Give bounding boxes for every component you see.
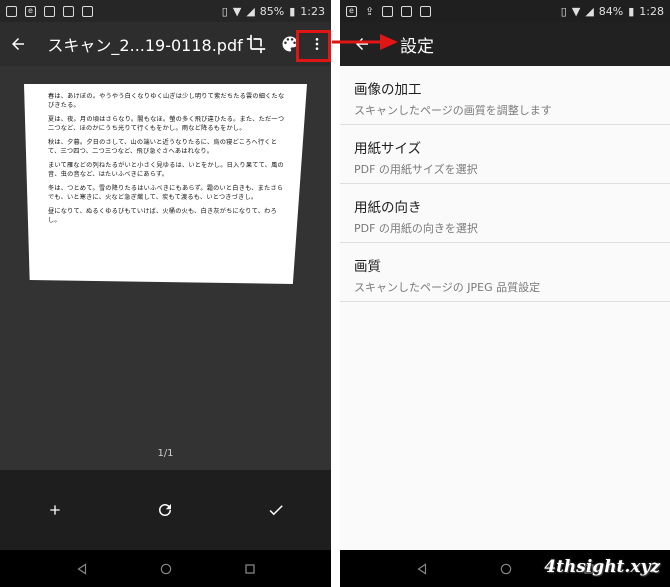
battery-level: 84% [598,4,624,18]
back-button[interactable] [4,26,31,62]
setting-title: 画質 [354,259,381,275]
mail-icon [401,5,413,17]
image-icon [6,5,17,17]
setting-subtitle: スキャンしたページの JPEG 品質設定 [354,281,541,294]
page-title: 設定 [400,36,434,57]
document-paragraph: 春は、あけぼの。やうやう白くなりゆく山ぎは少し明りて紫だちたる雲の細くたなびきた… [48,93,285,109]
setting-image-quality[interactable]: 画質 スキャンしたページの JPEG 品質設定 [340,243,670,302]
edge-icon: e [346,5,357,17]
setting-subtitle: PDF の用紙サイズを選択 [354,163,478,176]
clipboard-icon [44,5,55,17]
settings-screen: e ⇪ ▯ ▼ ◢ 84% ▮ 1:28 設定 画像の加工 スキャンしたページの… [340,0,670,587]
setting-title: 画像の加工 [354,82,422,98]
setting-paper-orientation[interactable]: 用紙の向き PDF の用紙の向きを選択 [340,184,670,243]
wifi-icon: ▼ [232,4,242,18]
status-bar: e ▯ ▼ ◢ 85% ▮ 1:23 [0,0,331,22]
crop-button[interactable] [243,26,270,62]
scan-action-bar [0,470,331,550]
rotate-button[interactable] [147,492,183,528]
nav-back-icon[interactable] [415,562,429,576]
battery-icon: ▮ [628,4,635,18]
nav-home-icon[interactable] [499,562,513,576]
status-bar: e ⇪ ▯ ▼ ◢ 84% ▮ 1:28 [340,0,670,22]
battery-icon: ▮ [289,4,296,18]
battery-level: 85% [259,4,285,18]
setting-paper-size[interactable]: 用紙サイズ PDF の用紙サイズを選択 [340,125,670,184]
vibrate-icon: ▯ [221,4,228,18]
system-nav-bar [0,550,331,587]
settings-list: 画像の加工 スキャンしたページの画質を調整します 用紙サイズ PDF の用紙サイ… [340,66,670,302]
highlight-box [296,30,331,62]
crop-icon [247,34,266,54]
vibrate-icon: ▯ [560,4,567,18]
scanned-page[interactable]: 春は、あけぼの。やうやう白くなりゆく山ぎは少し明りて紫だちたる雲の細くたなびきた… [24,84,307,284]
nav-home-icon[interactable] [159,562,173,576]
nav-back-icon[interactable] [75,562,89,576]
clipboard-icon [382,5,394,17]
document-title: スキャン_2...19-0118.pdf [47,36,243,55]
screenshot-divider [331,0,340,587]
setting-title: 用紙の向き [354,200,422,216]
check-icon [269,505,283,516]
setting-subtitle: PDF の用紙の向きを選択 [354,222,478,235]
refresh-icon [159,504,172,516]
clock: 1:23 [300,4,325,18]
add-page-button[interactable] [37,492,73,528]
site-watermark: 4thsight.xyz [544,557,660,577]
upload-icon: ⇪ [365,4,375,18]
mail-icon [63,5,74,17]
signal-icon: ◢ [585,4,594,18]
scanner-preview-screen: e ▯ ▼ ◢ 85% ▮ 1:23 スキャン_2...19-0118.pdf [0,0,331,587]
plus-icon [50,505,60,515]
setting-image-processing[interactable]: 画像の加工 スキャンしたページの画質を調整します [340,66,670,125]
preview-toolbar: スキャン_2...19-0118.pdf [0,22,331,66]
confirm-button[interactable] [258,492,294,528]
document-paragraph: 夏は、夜。月の頃はさらなり。闇もなほ。螢の多く飛び違ひたる。また、ただ一つ二つな… [48,116,285,132]
clock: 1:28 [639,4,664,18]
document-paragraph: 昼になりて、ぬるくゆるびもていけば、火桶の火も、白き灰がちになりて、わろし。 [48,208,277,224]
edge-icon: e [25,5,36,17]
chip-icon [420,5,432,17]
document-paragraph: まいて雁などの列ねたるがいと小さく見ゆるは、いとをかし。日入り果てて、風の音、虫… [48,162,284,178]
nav-recents-icon[interactable] [244,563,256,575]
document-paragraph: 秋は、夕暮。夕日のさして、山の端いと近うなりたるに、烏の寝どころへ行くとて、三つ… [48,139,278,155]
document-paragraph: 冬は、つとめて。雪の降りたるはいふべきにもあらず。霜のいと白きも、またさらでも、… [48,185,284,201]
wifi-icon: ▼ [571,4,581,18]
page-counter: 1/1 [157,448,174,459]
signal-icon: ◢ [246,4,255,18]
arrow-left-icon [11,38,24,50]
setting-title: 用紙サイズ [354,141,422,157]
red-arrow-icon [332,34,398,50]
setting-subtitle: スキャンしたページの画質を調整します [354,104,552,117]
chip-icon [82,5,93,17]
